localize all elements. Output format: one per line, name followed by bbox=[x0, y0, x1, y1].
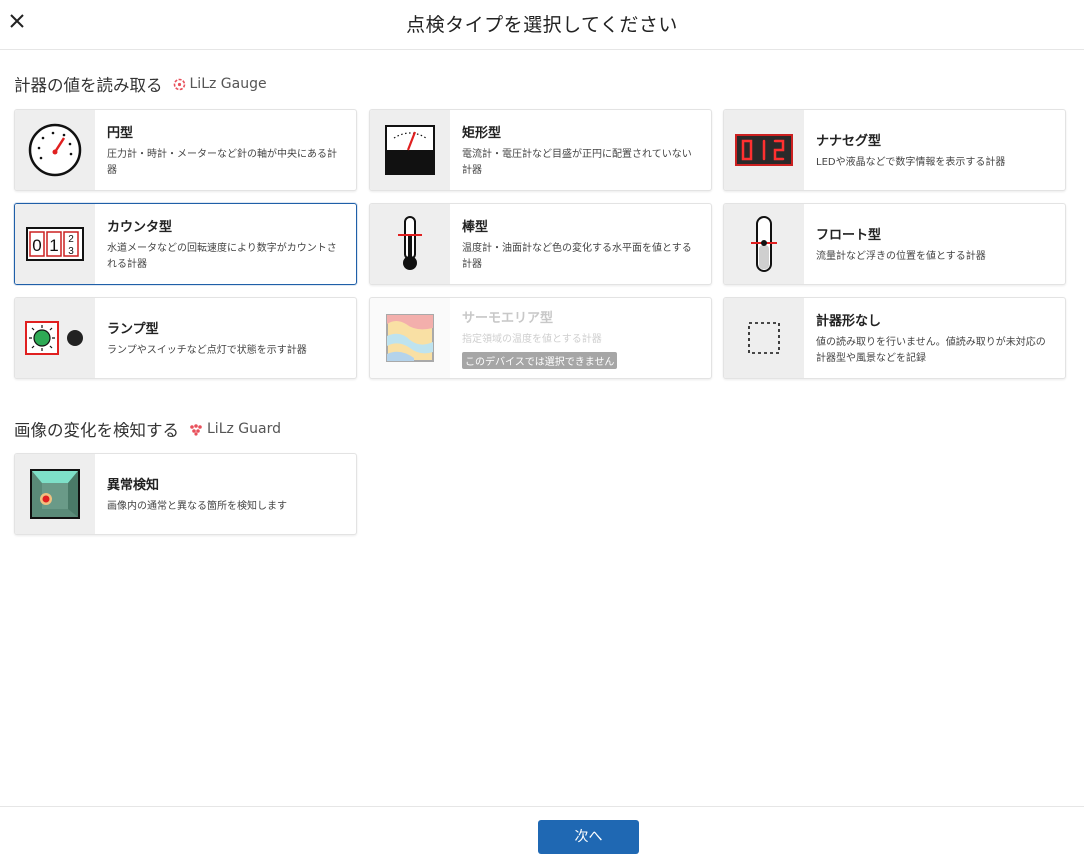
thermal-area-icon bbox=[370, 298, 450, 378]
card-description: 温度計・油面計など色の変化する水平面を値とする計器 bbox=[462, 242, 692, 270]
card-description: ランプやスイッチなど点灯で状態を示す計器 bbox=[107, 344, 307, 356]
card-description: 流量計など浮きの位置を値とする計器 bbox=[816, 250, 986, 262]
card-description: 指定領域の温度を値とする計器 bbox=[462, 334, 602, 345]
unavailable-badge: このデバイスでは選択できません bbox=[462, 352, 618, 369]
section-title-guard: 画像の変化を検知する LiLz Guard bbox=[14, 421, 281, 440]
card-counter-type[interactable]: 0 1 2 3 カウンタ型 水道メータなどの回転速度により数字がカウントされる計… bbox=[14, 203, 357, 285]
card-title: 異常検知 bbox=[107, 477, 160, 493]
seven-segment-display-icon bbox=[724, 110, 804, 190]
card-no-gauge-type[interactable]: 計器形なし 値の読み取りを行いません。値読み取りが未対応の計器型や風景などを記録 bbox=[723, 297, 1066, 379]
rectangular-meter-icon bbox=[370, 110, 450, 190]
next-button[interactable]: 次へ bbox=[538, 820, 639, 854]
card-bar-type[interactable]: 棒型 温度計・油面計など色の変化する水平面を値とする計器 bbox=[369, 203, 712, 285]
card-circle-type[interactable]: 円型 圧力計・時計・メーターなど針の軸が中央にある計器 bbox=[14, 109, 357, 191]
svg-text:3: 3 bbox=[68, 246, 74, 257]
card-float-type[interactable]: フロート型 流量計など浮きの位置を値とする計器 bbox=[723, 203, 1066, 285]
card-description: 画像内の通常と異なる箇所を検知します bbox=[107, 500, 287, 512]
card-title: ナナセグ型 bbox=[816, 133, 882, 149]
lilz-guard-logo-icon bbox=[190, 423, 202, 436]
card-anomaly-detection[interactable]: 異常検知 画像内の通常と異なる箇所を検知します bbox=[14, 453, 357, 535]
brand-gauge: LiLz Gauge bbox=[173, 76, 267, 92]
dialog-footer: 次へ bbox=[0, 806, 1084, 858]
brand-guard: LiLz Guard bbox=[189, 421, 281, 437]
card-title: 棒型 bbox=[462, 219, 489, 235]
card-title: 矩形型 bbox=[462, 125, 502, 141]
card-description: 水道メータなどの回転速度により数字がカウントされる計器 bbox=[107, 242, 337, 270]
anomaly-detection-icon bbox=[15, 454, 95, 534]
svg-text:2: 2 bbox=[68, 234, 74, 245]
card-title: 円型 bbox=[107, 125, 134, 141]
round-dial-gauge-icon bbox=[15, 110, 95, 190]
page-title: 点検タイプを選択してください bbox=[406, 14, 678, 36]
card-description: 値の読み取りを行いません。値読み取りが未対応の計器型や風景などを記録 bbox=[816, 336, 1046, 364]
lilz-gauge-logo-icon bbox=[173, 78, 185, 90]
dashed-box-icon bbox=[724, 298, 804, 378]
svg-text:1: 1 bbox=[49, 236, 58, 255]
lamp-icon bbox=[15, 298, 95, 378]
section-title-gauge: 計器の値を読み取る LiLz Gauge bbox=[14, 76, 267, 95]
card-description: 電流計・電圧計など目盛が正円に配置されていない計器 bbox=[462, 148, 692, 176]
card-description: 圧力計・時計・メーターなど針の軸が中央にある計器 bbox=[107, 148, 337, 176]
svg-text:0: 0 bbox=[32, 236, 41, 255]
dialog-header: 点検タイプを選択してください bbox=[0, 0, 1084, 50]
card-seven-segment-type[interactable]: ナナセグ型 LEDや液晶などで数字情報を表示する計器 bbox=[723, 109, 1066, 191]
float-gauge-icon bbox=[724, 204, 804, 284]
card-title: サーモエリア型 bbox=[462, 311, 554, 326]
card-title: 計器形なし bbox=[816, 313, 882, 329]
card-title: フロート型 bbox=[816, 227, 882, 243]
card-description: LEDや液晶などで数字情報を表示する計器 bbox=[816, 156, 1006, 168]
card-lamp-type[interactable]: ランプ型 ランプやスイッチなど点灯で状態を示す計器 bbox=[14, 297, 357, 379]
card-title: カウンタ型 bbox=[107, 219, 173, 235]
card-rect-type[interactable]: 矩形型 電流計・電圧計など目盛が正円に配置されていない計器 bbox=[369, 109, 712, 191]
card-title: ランプ型 bbox=[107, 321, 159, 337]
counter-icon: 0 1 2 3 bbox=[15, 204, 95, 284]
card-thermo-area-type: サーモエリア型 指定領域の温度を値とする計器 このデバイスでは選択できません bbox=[369, 297, 712, 379]
thermometer-icon bbox=[370, 204, 450, 284]
